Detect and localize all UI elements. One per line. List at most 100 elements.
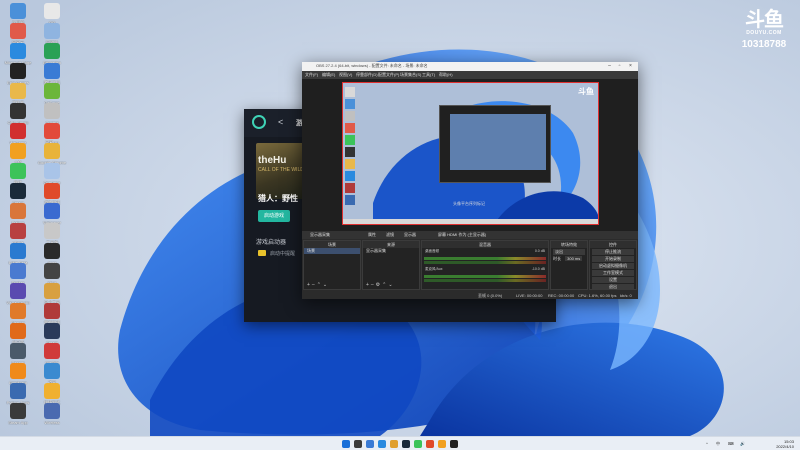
input-method-icon[interactable]: 中 [716, 441, 720, 447]
exit-button[interactable]: 退出 [592, 284, 634, 290]
game-name: 猎人：野性 [258, 194, 298, 203]
obs-menubar: 文件(F) 编辑(E) 视图(V) 停靠部件(D) 配置文件(P) 场景集合(S… [302, 71, 638, 79]
duration-input[interactable]: 300 ms [565, 256, 583, 261]
app-icon [44, 63, 60, 79]
audio-meter [424, 257, 546, 260]
app-icon [10, 63, 26, 79]
taskbar-app-icon[interactable] [354, 440, 362, 448]
minimize-icon[interactable]: – [606, 63, 613, 69]
mixer-track-db: -10.0 dB [531, 267, 545, 271]
nested-caption: 头像平台序列标记 [453, 201, 485, 206]
source-toolbar: 显示器采集 属性 滤镜 显示器 屏幕 HDMI 作为 (主显示器) [302, 231, 638, 239]
app-icon [44, 23, 60, 39]
app-icon [10, 183, 26, 199]
source-item[interactable]: 显示器采集 [363, 248, 419, 254]
app-icon [10, 123, 26, 139]
menu-tools[interactable]: 工具(T) [422, 72, 435, 78]
game-cover-title: theHu [258, 155, 287, 166]
obs-preview-area[interactable]: 头像平台序列标记 斗鱼 [302, 79, 638, 231]
volume-slider[interactable] [424, 279, 546, 282]
app-icon [44, 263, 60, 279]
start-button-icon[interactable] [342, 440, 350, 448]
taskbar-app-icon[interactable] [390, 440, 398, 448]
scenes-dock: 场景 场景 +–⌃⌄ [303, 240, 361, 290]
menu-file[interactable]: 文件(F) [305, 72, 318, 78]
launch-game-button[interactable]: 启动游戏 [258, 210, 290, 222]
duration-label: 时长 [553, 256, 561, 261]
bitrate: kb/s: 0 [620, 293, 632, 298]
app-icon [10, 323, 26, 339]
preview-taskbar [343, 219, 598, 224]
source-name: 显示器采集 [310, 232, 330, 237]
transitions-dock: 转场特效 淡出 时长 300 ms [550, 240, 588, 290]
app-icon [10, 23, 26, 39]
scene-item[interactable]: 场景 [304, 248, 360, 254]
menu-edit[interactable]: 编辑(E) [322, 72, 335, 78]
taskbar-app-icon[interactable] [366, 440, 374, 448]
scene-controls[interactable]: +–⌃⌄ [304, 282, 360, 289]
taskbar-app-icon[interactable] [450, 440, 458, 448]
launcher-section-title: 游戏启动器 [256, 240, 287, 246]
app-icon [44, 3, 60, 19]
stop-streaming-button[interactable]: 停止推流 [592, 249, 634, 255]
desktop-icon-grid: 此电脑QQ网易云回收站Microsoft EdgeBitwardenEpic G… [0, 0, 76, 436]
volume-slider[interactable] [424, 261, 546, 264]
menu-view[interactable]: 视图(V) [339, 72, 352, 78]
taskbar-clock[interactable]: 15:03 2022/4/10 [776, 439, 794, 449]
start-recording-button[interactable]: 开始录制 [592, 256, 634, 262]
app-icon [10, 303, 26, 319]
app-icon [44, 243, 60, 259]
virtual-camera-button[interactable]: 启动虚拟摄像机 [592, 263, 634, 269]
display-select[interactable]: 屏幕 HDMI 作为 (主显示器) [438, 232, 486, 238]
source-properties-button[interactable]: 属性 [368, 232, 376, 238]
menu-docks[interactable]: 停靠部件(D) [356, 72, 378, 78]
app-icon [44, 203, 60, 219]
back-button[interactable]: < [278, 117, 283, 127]
clock-date: 2022/4/10 [776, 444, 794, 449]
keyboard-icon[interactable]: ⌨ [728, 441, 734, 446]
taskbar: ^ 中 ⌨ 🔊 15:03 2022/4/10 [0, 436, 800, 450]
obs-preview-canvas[interactable]: 头像平台序列标记 斗鱼 [342, 82, 599, 225]
launcher-hint[interactable]: 启动中提醒 [270, 250, 295, 257]
taskbar-app-icon[interactable] [378, 440, 386, 448]
controls-header: 控件 [590, 241, 636, 248]
taskbar-app-icon[interactable] [426, 440, 434, 448]
app-icon [10, 143, 26, 159]
menu-scene-collection[interactable]: 场景集合(S) [400, 72, 421, 78]
menu-help[interactable]: 帮助(H) [439, 72, 453, 78]
settings-button[interactable]: 设置 [592, 277, 634, 283]
app-icon [10, 263, 26, 279]
preview-desktop-icons [345, 87, 357, 215]
room-id: 10318788 [741, 39, 787, 50]
menu-profile[interactable]: 配置文件(P) [378, 72, 399, 78]
taskbar-app-icon[interactable] [414, 440, 422, 448]
desktop-icon-label: Wireless [44, 420, 60, 425]
app-icon [44, 223, 60, 239]
app-icon [44, 123, 60, 139]
obs-window: OBS 27.2.4 (64-bit, windows) - 配置文件: 未命名… [302, 62, 638, 299]
tray-overflow-icon[interactable]: ^ [706, 441, 708, 446]
taskbar-app-icon[interactable] [402, 440, 410, 448]
desktop-icon[interactable]: Wireless [34, 402, 70, 432]
studio-mode-button[interactable]: 工作室模式 [592, 270, 634, 276]
source-filters-button[interactable]: 滤镜 [386, 232, 394, 238]
launcher-logo-icon [252, 115, 266, 129]
cpu-usage: CPU: 1.6%, 60.00 fps [578, 293, 617, 298]
maximize-icon[interactable]: ▫ [616, 63, 623, 69]
rec-time: REC: 00:00:00 [548, 293, 575, 298]
taskbar-app-icon[interactable] [438, 440, 446, 448]
obs-titlebar[interactable]: OBS 27.2.4 (64-bit, windows) - 配置文件: 未命名… [302, 62, 638, 71]
app-icon [10, 103, 26, 119]
sources-dock: 来源 显示器采集 +–⚙⌃⌄ [362, 240, 420, 290]
desktop-icon[interactable]: Steam App [0, 402, 36, 432]
app-icon [44, 43, 60, 59]
source-controls[interactable]: +–⚙⌃⌄ [363, 282, 419, 289]
douyu-logo: 斗鱼 [745, 7, 784, 31]
audio-meter [424, 275, 546, 278]
close-icon[interactable]: × [627, 63, 634, 69]
app-icon [10, 363, 26, 379]
transition-type-select[interactable]: 淡出 [553, 249, 585, 255]
volume-icon[interactable]: 🔊 [740, 441, 745, 446]
sources-header: 来源 [363, 241, 419, 248]
app-icon [44, 163, 60, 179]
